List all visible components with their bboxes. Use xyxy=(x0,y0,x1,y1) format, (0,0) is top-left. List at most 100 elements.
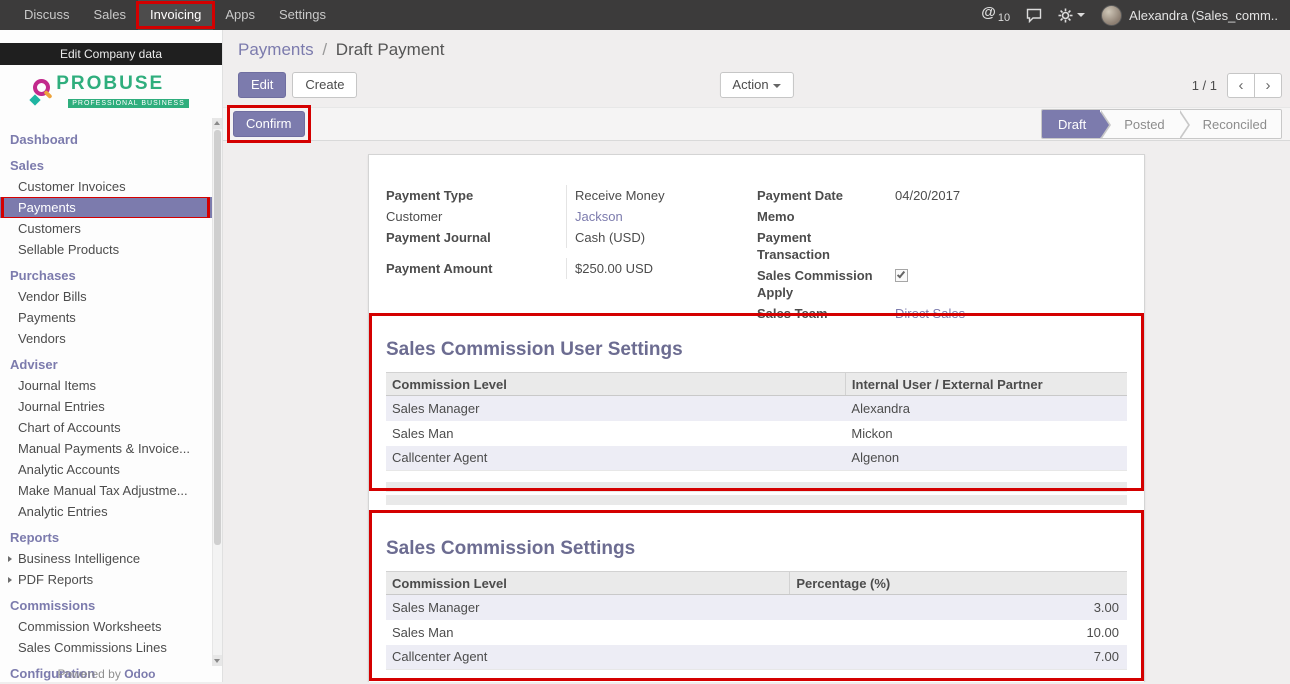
sidebar-item-payments[interactable]: Payments xyxy=(0,197,213,218)
payment-form: Payment Type Receive Money Customer Jack… xyxy=(386,185,1127,324)
nav-discuss[interactable]: Discuss xyxy=(12,0,82,30)
table-row[interactable]: Callcenter Agent Algenon xyxy=(386,446,1127,471)
nav-settings[interactable]: Settings xyxy=(267,0,338,30)
edit-button[interactable]: Edit xyxy=(238,72,286,98)
status-step-posted[interactable]: Posted xyxy=(1100,110,1178,138)
nav-invoicing[interactable]: Invoicing xyxy=(138,0,213,30)
sidebar-item-label: PDF Reports xyxy=(18,572,93,587)
cell-commission-level[interactable]: Callcenter Agent xyxy=(386,446,845,471)
field-value-payment-date[interactable]: 04/20/2017 xyxy=(895,185,1127,206)
empty-row-stripe xyxy=(386,482,1127,492)
logo-tagline: PROFESSIONAL BUSINESS xyxy=(68,99,189,108)
nav-apps[interactable]: Apps xyxy=(213,0,267,30)
field-label-customer: Customer xyxy=(386,206,566,227)
sidebar-item-analytic-entries[interactable]: Analytic Entries xyxy=(0,501,213,522)
sidebar-section-adviser[interactable]: Adviser xyxy=(0,354,213,375)
main-content: Payments / Draft Payment Edit Create Act… xyxy=(223,30,1290,682)
cell-percentage[interactable]: 7.00 xyxy=(790,645,1127,670)
sidebar-item-sales-commissions-lines[interactable]: Sales Commissions Lines xyxy=(0,637,213,658)
column-header-commission-level[interactable]: Commission Level xyxy=(386,373,845,396)
field-value-payment-transaction[interactable] xyxy=(895,227,1127,248)
edit-company-data-button[interactable]: Edit Company data xyxy=(0,43,222,65)
scroll-up-icon[interactable] xyxy=(213,118,222,129)
sidebar-section-reports[interactable]: Reports xyxy=(0,527,213,548)
section-title-user-settings: Sales Commission User Settings xyxy=(386,338,1127,362)
field-label-sales-team: Sales Team xyxy=(757,303,895,324)
sidebar-item-dashboard[interactable]: Dashboard xyxy=(0,129,213,150)
sidebar-item-vendors[interactable]: Vendors xyxy=(0,328,213,349)
scrollbar-thumb[interactable] xyxy=(214,130,221,545)
sidebar-item-customer-invoices[interactable]: Customer Invoices xyxy=(0,176,213,197)
avatar xyxy=(1101,5,1122,26)
sidebar-item-commission-worksheets[interactable]: Commission Worksheets xyxy=(0,616,213,637)
sidebar-section-commissions[interactable]: Commissions xyxy=(0,595,213,616)
sidebar-item-sellable-products[interactable]: Sellable Products xyxy=(0,239,213,260)
nav-sales[interactable]: Sales xyxy=(82,0,139,30)
pager-previous-button[interactable]: ‹ xyxy=(1227,73,1255,98)
pager-next-button[interactable]: › xyxy=(1254,73,1282,98)
commission-settings-table: Commission Level Percentage (%) Sales Ma… xyxy=(386,571,1127,670)
column-header-internal-user[interactable]: Internal User / External Partner xyxy=(845,373,1127,396)
action-dropdown-button[interactable]: Action xyxy=(719,72,793,98)
sidebar-item-label: Business Intelligence xyxy=(18,551,140,566)
field-value-payment-amount[interactable]: $250.00 USD xyxy=(566,258,757,279)
column-header-percentage[interactable]: Percentage (%) xyxy=(790,572,1127,595)
cell-commission-level[interactable]: Sales Manager xyxy=(386,595,790,620)
sidebar-item-journal-items[interactable]: Journal Items xyxy=(0,375,213,396)
breadcrumb-payments[interactable]: Payments xyxy=(238,40,314,59)
status-step-draft[interactable]: Draft xyxy=(1042,110,1100,138)
scroll-down-icon[interactable] xyxy=(213,655,222,666)
column-header-commission-level[interactable]: Commission Level xyxy=(386,572,790,595)
cell-commission-level[interactable]: Callcenter Agent xyxy=(386,645,790,670)
sidebar-item-analytic-accounts[interactable]: Analytic Accounts xyxy=(0,459,213,480)
sidebar-item-vendor-bills[interactable]: Vendor Bills xyxy=(0,286,213,307)
odoo-link[interactable]: Odoo xyxy=(124,667,155,681)
cell-commission-level[interactable]: Sales Manager xyxy=(386,396,845,421)
field-value-sales-team[interactable]: Direct Sales xyxy=(895,306,965,321)
status-step-reconciled[interactable]: Reconciled xyxy=(1179,110,1281,138)
mentions-counter[interactable]: @ 10 xyxy=(981,0,1010,33)
table-row[interactable]: Callcenter Agent 7.00 xyxy=(386,645,1127,670)
cell-user[interactable]: Alexandra xyxy=(845,396,1127,421)
sidebar-item-business-intelligence[interactable]: Business Intelligence xyxy=(0,548,213,569)
user-name: Alexandra (Sales_comm.. xyxy=(1129,8,1278,23)
sidebar-item-journal-entries[interactable]: Journal Entries xyxy=(0,396,213,417)
cell-percentage[interactable]: 10.00 xyxy=(790,620,1127,645)
table-row[interactable]: Sales Manager Alexandra xyxy=(386,396,1127,421)
table-row[interactable]: Sales Manager 3.00 xyxy=(386,595,1127,620)
table-row[interactable]: Sales Man 10.00 xyxy=(386,620,1127,645)
create-button[interactable]: Create xyxy=(292,72,357,98)
cell-user[interactable]: Mickon xyxy=(845,421,1127,446)
topbar-right: @ 10 Alexandra (Sales_comm.. xyxy=(981,0,1290,30)
sidebar-item-customers[interactable]: Customers xyxy=(0,218,213,239)
action-label: Action xyxy=(732,77,768,92)
sidebar-section-purchases[interactable]: Purchases xyxy=(0,265,213,286)
debug-menu[interactable] xyxy=(1058,8,1085,23)
statusbar-row: Confirm Draft Posted Reconciled xyxy=(223,107,1290,141)
field-value-customer[interactable]: Jackson xyxy=(575,209,623,224)
sidebar-item-make-manual-tax-adjustment[interactable]: Make Manual Tax Adjustme... xyxy=(0,480,213,501)
company-logo[interactable]: PROBUSE PROFESSIONAL BUSINESS xyxy=(0,65,222,117)
sidebar-item-payments-purchases[interactable]: Payments xyxy=(0,307,213,328)
cell-user[interactable]: Algenon xyxy=(845,446,1127,471)
user-menu[interactable]: Alexandra (Sales_comm.. xyxy=(1101,5,1278,26)
sidebar-item-manual-payments-invoice[interactable]: Manual Payments & Invoice... xyxy=(0,438,213,459)
table-row[interactable]: Sales Man Mickon xyxy=(386,421,1127,446)
sidebar-menu: Dashboard Sales Customer Invoices Paymen… xyxy=(0,129,213,684)
sidebar-section-sales[interactable]: Sales xyxy=(0,155,213,176)
cell-commission-level[interactable]: Sales Man xyxy=(386,620,790,645)
sales-commission-apply-checkbox[interactable] xyxy=(895,269,908,282)
chevron-down-icon xyxy=(773,84,781,88)
magnifier-icon xyxy=(33,79,50,96)
sidebar-item-pdf-reports[interactable]: PDF Reports xyxy=(0,569,213,590)
cell-percentage[interactable]: 3.00 xyxy=(790,595,1127,620)
sidebar-scrollbar[interactable] xyxy=(212,118,222,666)
field-value-payment-type[interactable]: Receive Money xyxy=(566,185,757,206)
cell-commission-level[interactable]: Sales Man xyxy=(386,421,845,446)
mentions-icon: @ xyxy=(981,0,996,28)
sidebar-item-chart-of-accounts[interactable]: Chart of Accounts xyxy=(0,417,213,438)
field-value-memo[interactable] xyxy=(895,206,1127,227)
chat-icon[interactable] xyxy=(1026,8,1042,23)
field-value-payment-journal[interactable]: Cash (USD) xyxy=(566,227,757,248)
confirm-button[interactable]: Confirm xyxy=(233,111,305,137)
